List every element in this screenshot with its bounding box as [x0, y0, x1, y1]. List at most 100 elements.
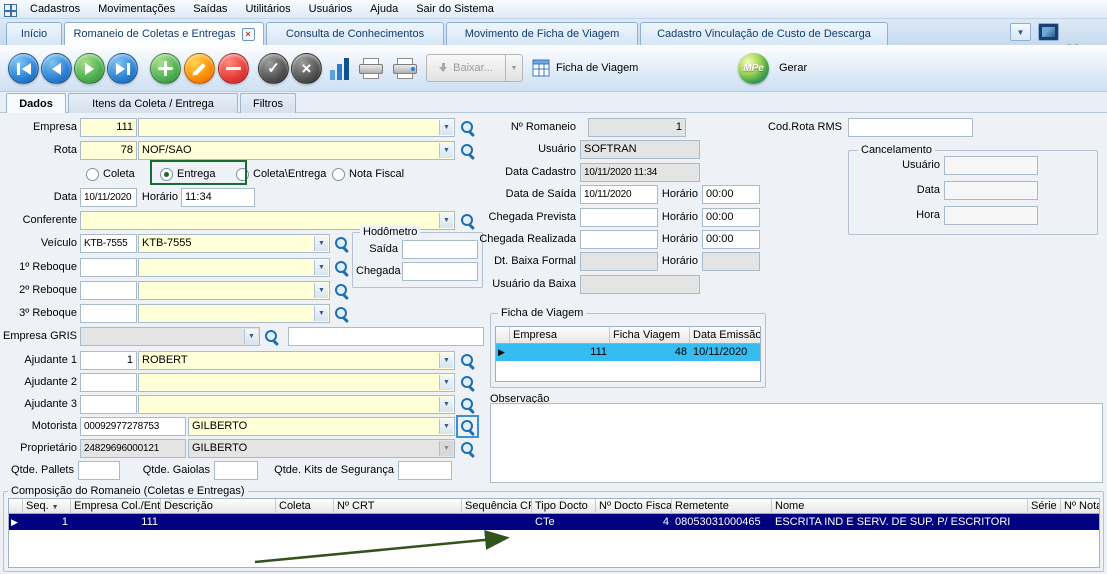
- motorista-code-input[interactable]: 00092977278753: [80, 417, 186, 436]
- print-settings-button[interactable]: [392, 58, 418, 80]
- radio-coleta[interactable]: [86, 168, 99, 181]
- comp-header-seq[interactable]: Seq.▼: [23, 499, 71, 514]
- previous-record-button[interactable]: [41, 53, 72, 84]
- first-record-button[interactable]: [8, 53, 39, 84]
- reboque3-combo[interactable]: ▼: [138, 304, 330, 323]
- search-icon[interactable]: [458, 351, 477, 370]
- chevron-down-icon[interactable]: ▼: [439, 419, 453, 434]
- search-icon[interactable]: [262, 327, 281, 346]
- tab-itens-coleta-entrega[interactable]: Itens da Coleta / Entrega: [68, 93, 238, 113]
- baixar-dropdown-button[interactable]: ▼: [506, 54, 523, 82]
- tab-movimento-ficha-viagem[interactable]: Movimento de Ficha de Viagem: [446, 22, 638, 45]
- rota-code-input[interactable]: 78: [80, 141, 137, 160]
- horario-input[interactable]: 11:34: [181, 188, 255, 207]
- comp-header-serie[interactable]: Série: [1028, 499, 1061, 514]
- cancel-button[interactable]: ×: [291, 53, 322, 84]
- search-icon[interactable]: [332, 304, 351, 323]
- last-record-button[interactable]: [107, 53, 138, 84]
- menu-item-saidas[interactable]: Saídas: [184, 0, 236, 19]
- reboque2-combo[interactable]: ▼: [138, 281, 330, 300]
- next-record-button[interactable]: [74, 53, 105, 84]
- print-button[interactable]: [358, 58, 384, 80]
- chevron-down-icon[interactable]: ▼: [439, 353, 453, 368]
- delete-button[interactable]: [218, 53, 249, 84]
- empresa-combo[interactable]: ▼: [138, 118, 455, 137]
- hodometro-chegada-input[interactable]: [402, 262, 478, 281]
- menu-item-movimentacoes[interactable]: Movimentações: [89, 0, 184, 19]
- tab-consulta-conhecimentos[interactable]: Consulta de Conhecimentos: [266, 22, 444, 45]
- qtde-gaiolas-input[interactable]: [214, 461, 258, 480]
- data-input[interactable]: 10/11/2020: [80, 188, 137, 207]
- reboque1-code-input[interactable]: [80, 258, 137, 277]
- horario-realizada-input[interactable]: 00:00: [702, 230, 760, 249]
- ficha-de-viagem-button[interactable]: Ficha de Viagem: [532, 54, 638, 82]
- chart-button[interactable]: [330, 58, 349, 80]
- radio-nota-fiscal[interactable]: [332, 168, 345, 181]
- ajudante3-code-input[interactable]: [80, 395, 137, 414]
- ficha-viagem-row[interactable]: ▶ 111 48 10/11/2020: [496, 344, 760, 361]
- ajudante2-code-input[interactable]: [80, 373, 137, 392]
- chevron-down-icon[interactable]: ▼: [439, 397, 453, 412]
- tab-romaneio-coletas-entregas[interactable]: Romaneio de Coletas e Entregas ×: [64, 22, 264, 45]
- comp-header-docto-fiscal[interactable]: Nº Docto Fiscal: [596, 499, 672, 514]
- menu-item-cadastros[interactable]: Cadastros: [21, 0, 89, 19]
- ficha-header-empresa[interactable]: Empresa: [510, 327, 610, 344]
- image-icon[interactable]: [1038, 23, 1059, 41]
- motorista-combo[interactable]: GILBERTO ▼: [188, 417, 455, 436]
- tab-cadastro-vinculacao-custo[interactable]: Cadastro Vinculação de Custo de Descarga: [640, 22, 888, 45]
- confirm-button[interactable]: ✓: [258, 53, 289, 84]
- gerar-button[interactable]: Gerar: [779, 59, 807, 78]
- ficha-header-data-emissao[interactable]: Data Emissão: [690, 327, 761, 344]
- chegada-prevista-input[interactable]: [580, 208, 658, 227]
- empresa-gris-combo[interactable]: ▼: [80, 327, 260, 346]
- add-button[interactable]: [150, 53, 181, 84]
- comp-header-empresa[interactable]: Empresa Col./Ent.: [71, 499, 161, 514]
- chevron-down-icon[interactable]: ▼: [439, 143, 453, 158]
- chevron-down-icon[interactable]: ▼: [439, 120, 453, 135]
- ajudante1-combo[interactable]: ROBERT ▼: [138, 351, 455, 370]
- reboque2-code-input[interactable]: [80, 281, 137, 300]
- search-icon[interactable]: [332, 281, 351, 300]
- qtde-pallets-input[interactable]: [78, 461, 120, 480]
- search-icon[interactable]: [458, 439, 477, 458]
- observacao-textarea[interactable]: [490, 403, 1103, 483]
- cod-rota-rms-input[interactable]: [848, 118, 973, 137]
- menu-item-utilitarios[interactable]: Utilitários: [236, 0, 299, 19]
- chevron-down-icon[interactable]: ▼: [314, 236, 328, 251]
- rota-combo[interactable]: NOF/SAO ▼: [138, 141, 455, 160]
- comp-header-coleta[interactable]: Coleta: [276, 499, 334, 514]
- edit-button[interactable]: [184, 53, 215, 84]
- comp-header-tipo-docto[interactable]: Tipo Docto: [532, 499, 596, 514]
- reboque3-code-input[interactable]: [80, 304, 137, 323]
- close-tab-icon[interactable]: ×: [242, 28, 255, 41]
- chevron-down-icon[interactable]: ▼: [439, 375, 453, 390]
- baixar-button[interactable]: Baixar...: [426, 54, 506, 82]
- search-icon[interactable]: [458, 417, 477, 436]
- composicao-row[interactable]: ▶ 1 111 CTe 4 08053031000465 ESCRITA IND…: [9, 514, 1099, 530]
- data-saida-input[interactable]: 10/11/2020: [580, 185, 658, 204]
- comp-header-crt[interactable]: Nº CRT: [334, 499, 462, 514]
- menu-item-ajuda[interactable]: Ajuda: [361, 0, 407, 19]
- chegada-realizada-input[interactable]: [580, 230, 658, 249]
- horario-saida-input[interactable]: 00:00: [702, 185, 760, 204]
- hodometro-saida-input[interactable]: [402, 240, 478, 259]
- ajudante3-combo[interactable]: ▼: [138, 395, 455, 414]
- tab-scroll-dropdown-button[interactable]: ▼: [1010, 23, 1031, 41]
- chevron-down-icon[interactable]: ▼: [314, 283, 328, 298]
- menu-item-sair[interactable]: Sair do Sistema: [407, 0, 503, 19]
- search-icon[interactable]: [458, 373, 477, 392]
- search-icon[interactable]: [458, 395, 477, 414]
- tab-dados[interactable]: Dados: [6, 93, 66, 113]
- ajudante2-combo[interactable]: ▼: [138, 373, 455, 392]
- ajudante1-code-input[interactable]: 1: [80, 351, 137, 370]
- veiculo-combo[interactable]: KTB-7555 ▼: [138, 234, 330, 253]
- reboque1-combo[interactable]: ▼: [138, 258, 330, 277]
- comp-header-remetente[interactable]: Remetente: [672, 499, 772, 514]
- search-icon[interactable]: [332, 258, 351, 277]
- tab-inicio[interactable]: Início: [6, 22, 62, 45]
- search-icon[interactable]: [332, 234, 351, 253]
- chevron-down-icon[interactable]: ▼: [314, 306, 328, 321]
- qtde-kits-input[interactable]: [398, 461, 452, 480]
- comp-header-descricao[interactable]: Descrição: [161, 499, 276, 514]
- empresa-gris-name-input[interactable]: [288, 327, 484, 346]
